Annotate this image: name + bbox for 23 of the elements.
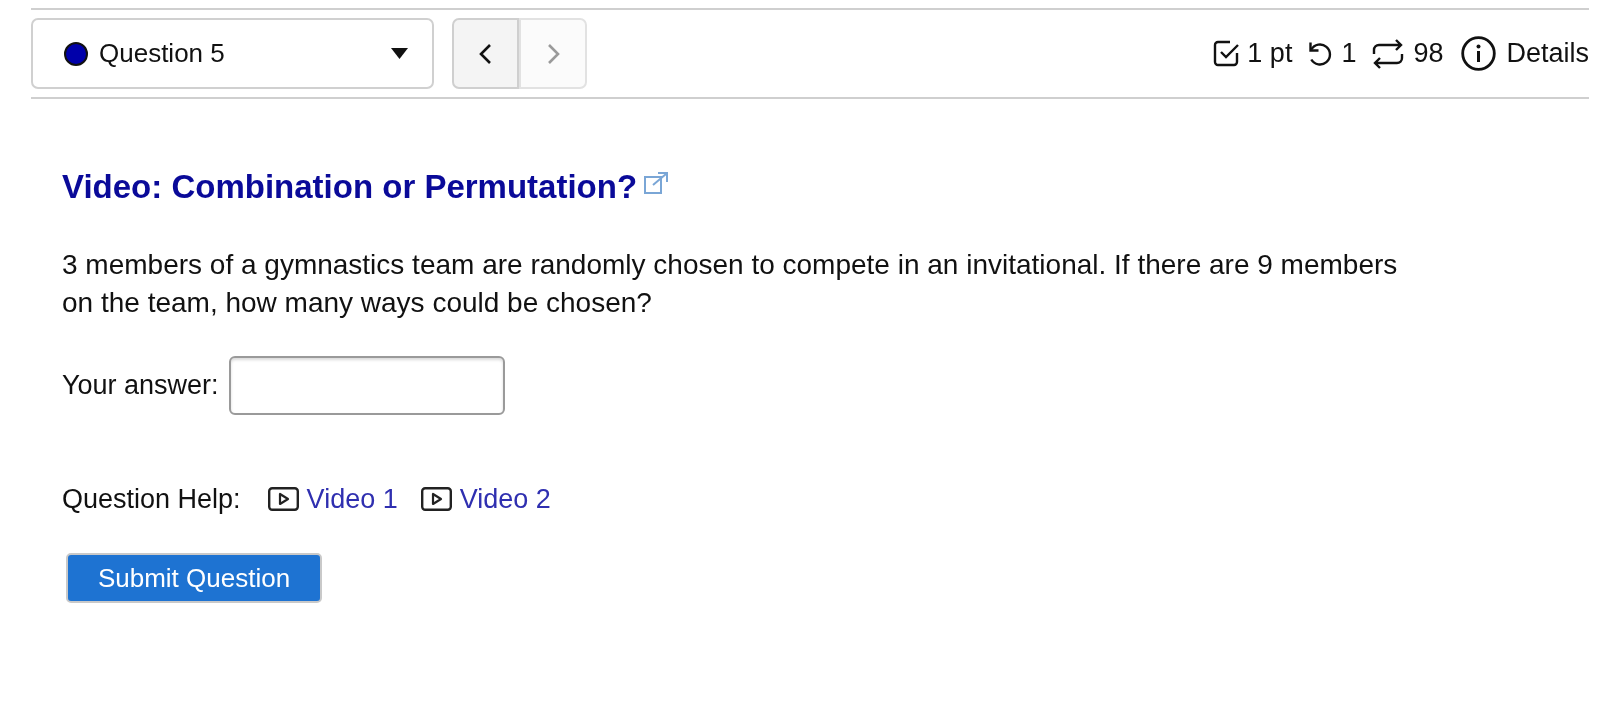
chevron-left-icon xyxy=(478,42,493,65)
external-link-icon[interactable] xyxy=(644,172,671,194)
answer-field[interactable] xyxy=(228,356,505,415)
versions-value: 98 xyxy=(1413,37,1444,71)
question-help-label: Question Help: xyxy=(62,482,241,516)
question-title: Video: Combination or Permutation? xyxy=(62,167,638,207)
points-value: 1 pt xyxy=(1247,37,1293,71)
status-dot-icon xyxy=(64,41,88,66)
details-button[interactable]: Details xyxy=(1461,33,1589,74)
question-text: 3 members of a gymnastics team are randomly chosen to compete in an invitational. If there are 9 members on the team, how many ways could be chosen? xyxy=(62,248,1399,320)
video-play-icon xyxy=(267,487,299,511)
previous-button[interactable] xyxy=(452,18,519,89)
info-icon xyxy=(1461,36,1497,71)
tries-value: 1 xyxy=(1341,37,1357,71)
chevron-right-icon xyxy=(545,42,561,65)
submit-button[interactable]: Submit Question xyxy=(66,553,322,603)
answer-label: Your answer: xyxy=(62,369,219,403)
video-link[interactable]: Video 1 xyxy=(267,478,398,520)
question-select[interactable]: Question 5 xyxy=(31,18,434,89)
dropdown-caret-icon xyxy=(391,48,408,59)
video-play-icon xyxy=(420,487,452,511)
checkbox-icon xyxy=(1213,40,1241,67)
video-link[interactable]: Video 2 xyxy=(420,478,551,520)
